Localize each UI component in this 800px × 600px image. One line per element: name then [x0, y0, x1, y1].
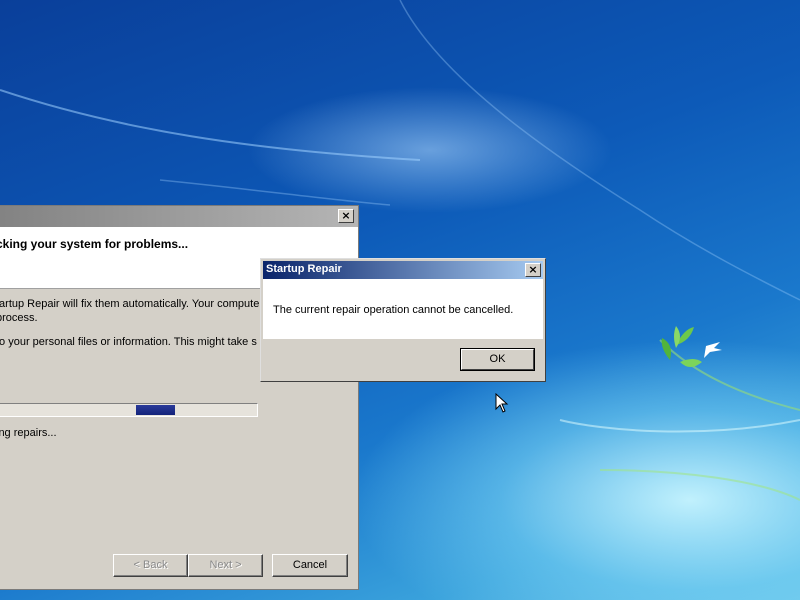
arrow-cursor-icon	[495, 393, 509, 413]
dialog-titlebar: Startup Repair ×	[263, 261, 543, 279]
startup-repair-dialog: Startup Repair × The current repair oper…	[260, 258, 546, 382]
next-button[interactable]: Next >	[188, 554, 263, 577]
dialog-close-button[interactable]: ×	[525, 263, 541, 277]
window-close-button[interactable]: ×	[338, 209, 354, 223]
body-text-line-1: tartup Repair will fix them automaticall…	[0, 298, 260, 310]
repair-progress-bar	[0, 403, 258, 417]
cancel-button[interactable]: Cancel	[272, 554, 348, 577]
window-titlebar: ×	[0, 206, 358, 227]
ok-button[interactable]: OK	[460, 348, 535, 371]
status-text: ing repairs...	[0, 427, 57, 439]
ok-button-label: OK	[461, 349, 534, 370]
dialog-message: The current repair operation cannot be c…	[273, 304, 514, 316]
dialog-content: The current repair operation cannot be c…	[263, 279, 543, 339]
body-text-line-2: process.	[0, 312, 38, 324]
close-icon: ×	[341, 209, 351, 222]
bird-leaf-logo	[661, 326, 722, 367]
back-button[interactable]: < Back	[113, 554, 188, 577]
body-text-line-3: to your personal files or information. T…	[0, 336, 257, 348]
progress-fill	[136, 405, 175, 415]
desktop: × cking your system for problems... tart…	[0, 0, 800, 600]
dialog-title: Startup Repair	[266, 263, 342, 275]
page-title: cking your system for problems...	[0, 237, 189, 251]
close-icon: ×	[528, 263, 538, 276]
